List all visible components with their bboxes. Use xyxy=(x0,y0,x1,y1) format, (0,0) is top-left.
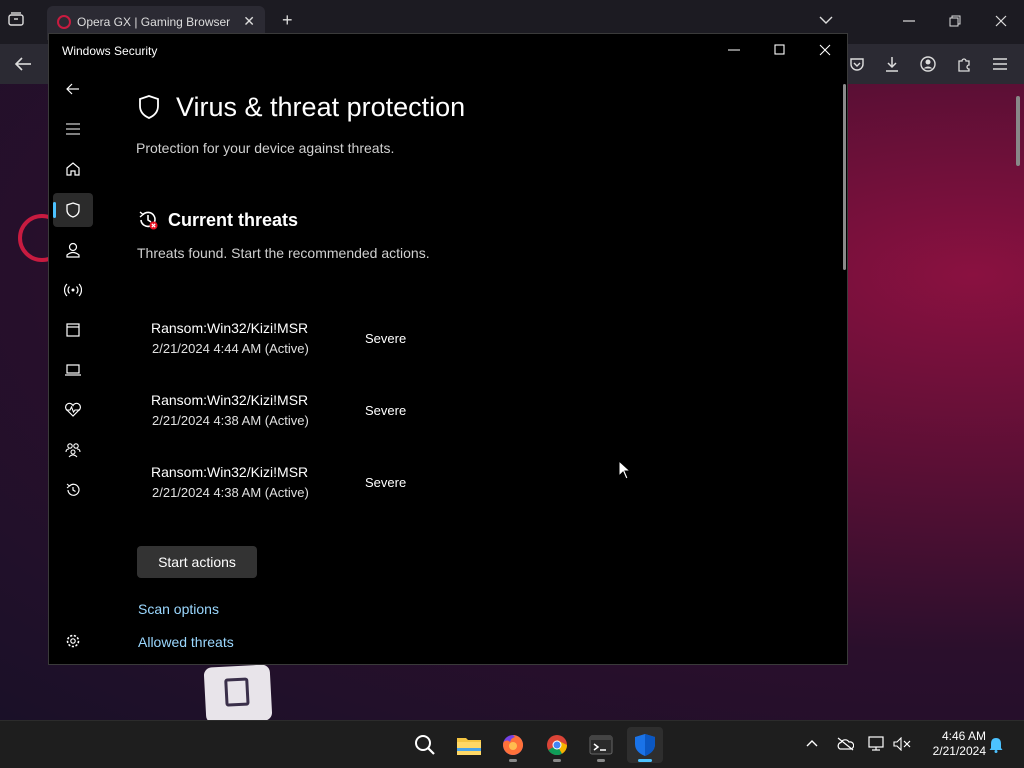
history-icon[interactable] xyxy=(63,480,83,500)
threat-row[interactable]: Ransom:Win32/Kizi!MSR 2/21/2024 4:44 AM … xyxy=(151,320,531,368)
page-shield-icon xyxy=(139,95,159,119)
firefox-icon[interactable] xyxy=(495,727,531,763)
back-icon[interactable] xyxy=(63,79,83,99)
current-threats-title: Current threats xyxy=(168,210,299,230)
onedrive-offline-icon[interactable] xyxy=(836,737,854,751)
scan-options-link[interactable]: Scan options xyxy=(138,601,219,617)
taskbar-running-indicator xyxy=(597,759,605,762)
volume-muted-icon[interactable] xyxy=(893,737,911,751)
account-icon[interactable] xyxy=(63,240,83,260)
tab-list-icon[interactable] xyxy=(8,12,24,26)
threat-name: Ransom:Win32/Kizi!MSR xyxy=(151,320,309,336)
page-subtitle: Protection for your device against threa… xyxy=(136,140,395,156)
browser-minimize-icon[interactable] xyxy=(903,20,915,22)
window-title: Windows Security xyxy=(62,44,158,58)
notification-bell-icon[interactable] xyxy=(989,737,1003,753)
threat-name: Ransom:Win32/Kizi!MSR xyxy=(151,464,309,480)
current-threats-icon xyxy=(139,211,158,230)
page-title: Virus & threat protection xyxy=(176,92,466,122)
twitch-icon xyxy=(224,677,250,707)
device-security-icon[interactable] xyxy=(63,360,83,380)
account-circle-icon[interactable] xyxy=(920,56,936,72)
new-tab-button[interactable]: + xyxy=(282,10,293,31)
menu-icon[interactable] xyxy=(63,119,83,139)
pocket-icon[interactable] xyxy=(849,56,865,72)
allowed-threats-link[interactable]: Allowed threats xyxy=(138,634,234,650)
chrome-icon[interactable] xyxy=(539,727,575,763)
family-icon[interactable] xyxy=(63,440,83,460)
close-button[interactable] xyxy=(810,38,840,62)
browser-scrollbar[interactable] xyxy=(1016,96,1020,166)
network-icon[interactable] xyxy=(63,280,83,300)
browser-close-icon[interactable] xyxy=(995,15,1007,27)
tab-title: Opera GX | Gaming Browser xyxy=(77,15,231,29)
search-icon[interactable] xyxy=(407,727,443,763)
clock-date: 2/21/2024 xyxy=(932,744,986,758)
browser-back-icon[interactable] xyxy=(14,56,32,72)
start-actions-button[interactable]: Start actions xyxy=(137,546,257,578)
maximize-icon xyxy=(774,44,785,55)
twitch-tile[interactable] xyxy=(203,664,273,724)
nav-selected-indicator xyxy=(53,202,56,218)
threat-row[interactable]: Ransom:Win32/Kizi!MSR 2/21/2024 4:38 AM … xyxy=(151,392,531,440)
threat-date: 2/21/2024 4:38 AM (Active) xyxy=(152,413,309,428)
threat-date: 2/21/2024 4:38 AM (Active) xyxy=(152,485,309,500)
threat-severity: Severe xyxy=(365,475,407,490)
minimize-icon xyxy=(728,49,740,51)
minimize-button[interactable] xyxy=(719,38,749,62)
current-threats-description: Threats found. Start the recommended act… xyxy=(137,245,430,261)
system-clock[interactable]: 4:46 AM 2/21/2024 xyxy=(918,729,986,759)
taskbar-active-indicator xyxy=(638,759,652,762)
health-icon[interactable] xyxy=(63,400,83,420)
app-browser-icon[interactable] xyxy=(63,320,83,340)
windows-security-icon[interactable] xyxy=(627,727,663,763)
taskbar-running-indicator xyxy=(509,759,517,762)
threat-severity: Severe xyxy=(365,403,407,418)
mouse-cursor-icon xyxy=(618,460,632,480)
tab-dropdown-icon[interactable] xyxy=(819,15,833,25)
browser-restore-icon[interactable] xyxy=(949,15,961,27)
hamburger-menu-icon[interactable] xyxy=(992,57,1008,71)
extensions-icon[interactable] xyxy=(956,56,972,72)
taskbar-running-indicator xyxy=(553,759,561,762)
terminal-icon[interactable] xyxy=(583,727,619,763)
close-icon xyxy=(819,44,831,56)
threat-severity: Severe xyxy=(365,331,407,346)
tab-close-button[interactable]: ✕ xyxy=(243,13,255,30)
opera-gx-icon xyxy=(57,15,71,29)
window-scrollbar[interactable] xyxy=(843,84,846,270)
clock-time: 4:46 AM xyxy=(941,729,986,743)
download-icon[interactable] xyxy=(884,56,900,72)
threat-row[interactable]: Ransom:Win32/Kizi!MSR 2/21/2024 4:38 AM … xyxy=(151,464,531,512)
threat-name: Ransom:Win32/Kizi!MSR xyxy=(151,392,309,408)
home-icon[interactable] xyxy=(63,159,83,179)
shield-icon[interactable] xyxy=(63,200,83,220)
file-explorer-icon[interactable] xyxy=(451,727,487,763)
tray-overflow-icon[interactable] xyxy=(806,739,818,747)
threat-date: 2/21/2024 4:44 AM (Active) xyxy=(152,341,309,356)
windows-security-window: Windows Security Virus & threat protecti… xyxy=(48,33,848,665)
maximize-button[interactable] xyxy=(765,38,795,62)
network-status-icon[interactable] xyxy=(867,736,885,752)
settings-icon[interactable] xyxy=(63,631,83,651)
taskbar: 4:46 AM 2/21/2024 xyxy=(0,720,1024,768)
